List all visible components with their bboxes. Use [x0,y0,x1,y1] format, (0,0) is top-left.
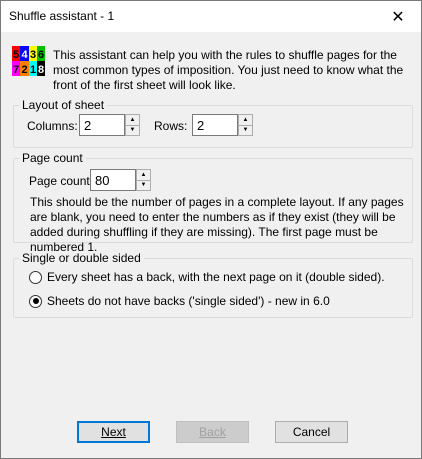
icon-digit: 2 [21,64,27,76]
double-sided-option[interactable]: Every sheet has a back, with the next pa… [29,270,385,284]
icon-digit: 1 [30,64,36,76]
back-button[interactable]: Back [176,421,249,443]
sided-group-label: Single or double sided [19,251,144,265]
sided-group: Single or double sided [13,251,413,318]
icon-digit: 6 [38,49,44,61]
cancel-button-label: Cancel [292,425,331,439]
columns-label: Columns: [27,119,78,133]
next-button-label: Next [101,425,126,439]
title-bar: Shuffle assistant - 1 ✕ [1,1,421,32]
single-sided-option[interactable]: Sheets do not have backs ('single sided'… [29,294,330,308]
rows-stepper[interactable]: ▲ ▼ [192,114,253,136]
page-count-up-icon[interactable]: ▲ [136,169,151,181]
page-count-input[interactable] [90,169,136,191]
icon-digit: 5 [13,49,19,61]
icon-digit: 4 [21,49,28,61]
single-sided-label: Sheets do not have backs ('single sided'… [47,294,330,308]
rows-up-icon[interactable]: ▲ [238,114,253,126]
page-count-label: Page count [29,174,90,188]
page-count-group-label: Page count [19,151,86,165]
page-count-description: This should be the number of pages in a … [30,195,404,254]
rows-label: Rows: [154,119,188,133]
shuffle-assistant-dialog: Shuffle assistant - 1 ✕ 5 4 3 6 7 2 1 8 … [0,0,422,459]
rows-input[interactable] [192,114,238,136]
double-sided-radio[interactable] [29,270,42,284]
single-sided-radio[interactable] [29,294,42,308]
layout-group-label: Layout of sheet [19,98,108,112]
back-button-label: Back [199,425,226,439]
columns-input[interactable] [79,114,125,136]
columns-stepper[interactable]: ▲ ▼ [79,114,140,136]
columns-up-icon[interactable]: ▲ [125,114,140,126]
icon-digit: 7 [13,64,19,76]
double-sided-label: Every sheet has a back, with the next pa… [47,270,385,284]
icon-digit: 3 [30,49,36,61]
window-title: Shuffle assistant - 1 [9,9,115,23]
intro-text: This assistant can help you with the rul… [53,48,404,92]
page-count-stepper[interactable]: ▲ ▼ [90,169,151,191]
columns-down-icon[interactable]: ▼ [125,125,140,136]
imposition-icon: 5 4 3 6 7 2 1 8 [12,46,45,76]
cancel-button[interactable]: Cancel [275,421,348,443]
rows-down-icon[interactable]: ▼ [238,125,253,136]
close-icon[interactable]: ✕ [375,1,421,32]
page-count-down-icon[interactable]: ▼ [136,180,151,191]
icon-digit: 8 [38,64,44,76]
next-button[interactable]: Next [77,421,150,443]
